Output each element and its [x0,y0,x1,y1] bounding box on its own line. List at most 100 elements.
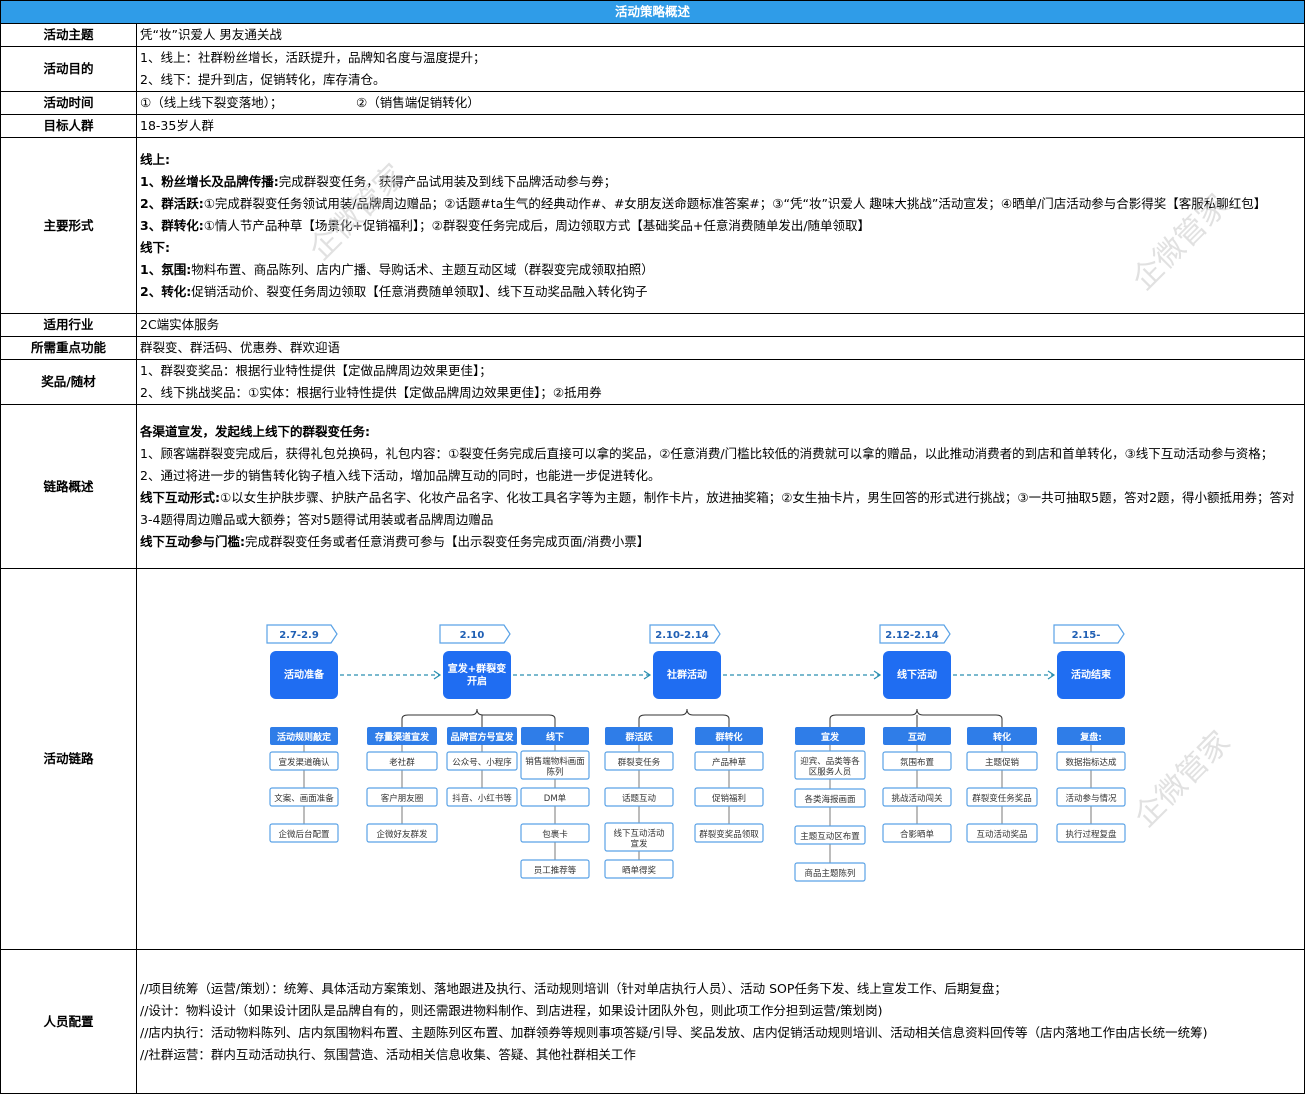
flow-item-label: 群裂变任务 [618,757,661,768]
time-part-1: ①（线上线下裂变落地）； [140,95,283,110]
value-theme: 凭“妆”识爱人 男友通关战 [135,23,1305,47]
label-features: 所需重点功能 [0,336,137,360]
form-line-3: 3、群转化:①情人节产品种草【场景化+促销福利】；②群裂变任务完成后，周边领取方… [140,217,871,233]
link-p4: 线下互动参与门槛:完成群裂变任务或者任意消费可参与【出示裂变任务完成页面/消费小… [140,533,650,549]
label-staff: 人员配置 [0,949,137,1094]
flow-item-label: 员工推荐等 [534,865,577,876]
date-label: 2.12-2.14 [885,630,939,641]
flow-item-label: 氛围布置 [900,757,935,768]
flow-item-label: 老社群 [389,757,415,768]
date-label: 2.15- [1072,630,1101,641]
form-line-2: 2、群活跃:①完成群裂变任务领试用装/品牌周边赠品；②话题#ta生气的经典动作#… [140,195,1267,211]
flow-item-label: 公众号、小程序 [452,757,512,768]
flow-item-label: 群裂变任务奖品 [972,793,1032,804]
sheet-title: 活动策略概述 [0,0,1305,24]
link-p2: 2、通过将进一步的销售转化钩子植入线下活动，增加品牌互动的同时，也能进一步促进转… [140,467,661,483]
flow-item-label: 产品种草 [712,757,747,768]
flow-diagram-cell: 2.7-2.9 2.10 2.10-2.14 2.12-2.14 2.15- 活动准备宣发… [135,568,1305,950]
flow-item-label: 执行过程复盘 [1065,829,1117,840]
staff-line: //项目统筹（运营/策划）：统筹、具体活动方案策划、落地跟进及执行、活动规则培训… [140,980,1007,996]
value-industry: 2C端实体服务 [135,313,1305,337]
prize-line: 2、线下挑战奖品：①实体：根据行业特性提供【定做品牌周边效果更佳】；②抵用券 [140,385,602,400]
form-line-1: 1、粉丝增长及品牌传播:完成群裂变任务，获得产品试用装及到线下品牌活动参与券； [140,173,617,189]
value-form: 线上: 1、粉丝增长及品牌传播:完成群裂变任务，获得产品试用装及到线下品牌活动参… [135,137,1305,314]
flow-item-label: 挑战活动闯关 [891,793,943,804]
staff-line: //社群运营：群内互动活动执行、氛围营造、活动相关信息收集、答疑、其他社群相关工… [140,1046,636,1062]
strategy-sheet: 活动策略概述 活动主题 凭“妆”识爱人 男友通关战 活动目的 1、线上：社群粉丝… [0,0,1305,1094]
value-staff: //项目统筹（运营/策划）：统筹、具体活动方案策划、落地跟进及执行、活动规则培训… [135,949,1305,1094]
column-header-label: 活动规则敲定 [277,731,332,743]
date-label: 2.7-2.9 [279,630,319,641]
stage-label: 活动准备 [284,668,325,681]
flow-item-label: 晒单得奖 [622,865,657,876]
stage-label: 线下活动 [897,668,937,681]
column-header-label: 转化 [993,731,1011,743]
value-prize: 1、群裂变奖品：根据行业特性提供【定做品牌周边效果更佳】； 2、线下挑战奖品：①… [135,359,1305,405]
flow-item-label: 商品主题陈列 [804,868,855,879]
column-header-label: 品牌官方号宣发 [450,731,514,743]
stage-box [443,651,511,699]
label-audience: 目标人群 [0,114,137,138]
value-features: 群裂变、群活码、优惠券、群欢迎语 [135,336,1305,360]
flow-item-label: 数据指标达成 [1065,757,1117,768]
flow-item-label: 活动参与情况 [1065,793,1117,804]
column-header-label: 存量渠道宣发 [375,731,430,743]
flow-item-label: 主题互动区布置 [800,831,860,842]
flow-item-label: 合影晒单 [900,829,935,840]
flow-item-label: 企微后台配置 [278,829,330,840]
column-header-label: 群活跃 [624,731,653,743]
value-time: ①（线上线下裂变落地）； ②（销售端促销转化） [135,91,1305,115]
label-industry: 适用行业 [0,313,137,337]
link-p1: 1、顾客端群裂变完成后，获得礼包兑换码，礼包内容：①裂变任务完成后直接可以拿的奖… [140,445,1274,461]
link-head: 各渠道宣发，发起线上线下的群裂变任务: [140,423,370,439]
flow-diagram: 2.7-2.9 2.10 2.10-2.14 2.12-2.14 2.15- 活动准备宣发… [266,624,1126,882]
staff-line: //设计：物料设计（如果设计团队是品牌自有的，则还需跟进物料制作、到店进程，如果… [140,1002,883,1018]
label-chain: 活动链路 [0,568,137,950]
strategy-table: 活动策略概述 活动主题 凭“妆”识爱人 男友通关战 活动目的 1、线上：社群粉丝… [0,0,1305,1094]
time-part-2: ②（销售端促销转化） [356,95,480,110]
column-header-label: 宣发 [821,731,840,743]
column-header-label: 互动 [908,732,926,743]
form-line-4: 1、氛围:物料布置、商品陈列、店内广播、导购话术、主题互动区域（群裂变完成领取拍… [140,261,654,277]
stage-label: 社群活动 [666,668,707,681]
flow-item-label: 群裂变奖品领取 [699,829,759,840]
group-bracket [638,708,730,727]
column-header-label: 线下 [546,731,564,743]
stage-label: 活动结束 [1071,668,1112,681]
date-label: 2.10 [460,630,485,641]
value-goal: 1、线上：社群粉丝增长，活跃提升，品牌知名度与温度提升； 2、线下：提升到店，促… [135,46,1305,92]
staff-line: //店内执行：活动物料陈列、店内氛围物料布置、主题陈列区布置、加群领券等规则事项… [140,1024,1208,1040]
label-link: 链路概述 [0,404,137,569]
flow-item-label: 各类海报画面 [804,794,856,805]
flow-item-label: 包裹卡 [542,829,568,840]
date-label: 2.10-2.14 [655,630,709,641]
label-time: 活动时间 [0,91,137,115]
flow-item-label: 客户朋友圈 [381,793,424,804]
flow-item-label: 文案、画面准备 [274,793,334,804]
column-header-label: 群转化 [714,731,742,743]
form-online-head: 线上: [140,151,170,167]
group-bracket [829,708,1003,727]
label-form: 主要形式 [0,137,137,314]
value-link: 各渠道宣发，发起线上线下的群裂变任务: 1、顾客端群裂变完成后，获得礼包兑换码，… [135,404,1305,569]
label-theme: 活动主题 [0,23,137,47]
flow-item-label: DM单 [544,793,567,804]
column-header-label: 复盘: [1079,731,1102,743]
prize-line: 1、群裂变奖品：根据行业特性提供【定做品牌周边效果更佳】； [140,363,492,378]
flow-item-label: 促销福利 [712,793,746,804]
flow-item-label: 企微好友群发 [376,829,428,840]
flow-item-label: 话题互动 [622,793,657,804]
goal-line: 1、线上：社群粉丝增长，活跃提升，品牌知名度与温度提升； [140,50,486,65]
label-goal: 活动目的 [0,46,137,92]
form-offline-head: 线下: [140,239,170,255]
flow-item-label: 迎宾、品类等各区服务人员 [800,755,860,777]
flow-item-label: 互动活动奖品 [976,829,1027,840]
value-audience: 18-35岁人群 [135,114,1305,138]
form-line-5: 2、转化:促销活动价、裂变任务周边领取【任意消费随单领取】、线下互动奖品融入转化… [140,283,648,299]
flow-item-label: 抖音、小红书等 [452,793,512,804]
goal-line: 2、线下：提升到店，促销转化，库存清仓。 [140,72,386,87]
group-bracket [401,708,556,727]
flow-item-label: 主题促销 [985,757,1020,768]
link-p3: 线下互动形式:①以女生护肤步骤、护肤产品名字、化妆产品名字、化妆工具名字等为主题… [140,489,1295,527]
label-prize: 奖品/随材 [0,359,137,405]
